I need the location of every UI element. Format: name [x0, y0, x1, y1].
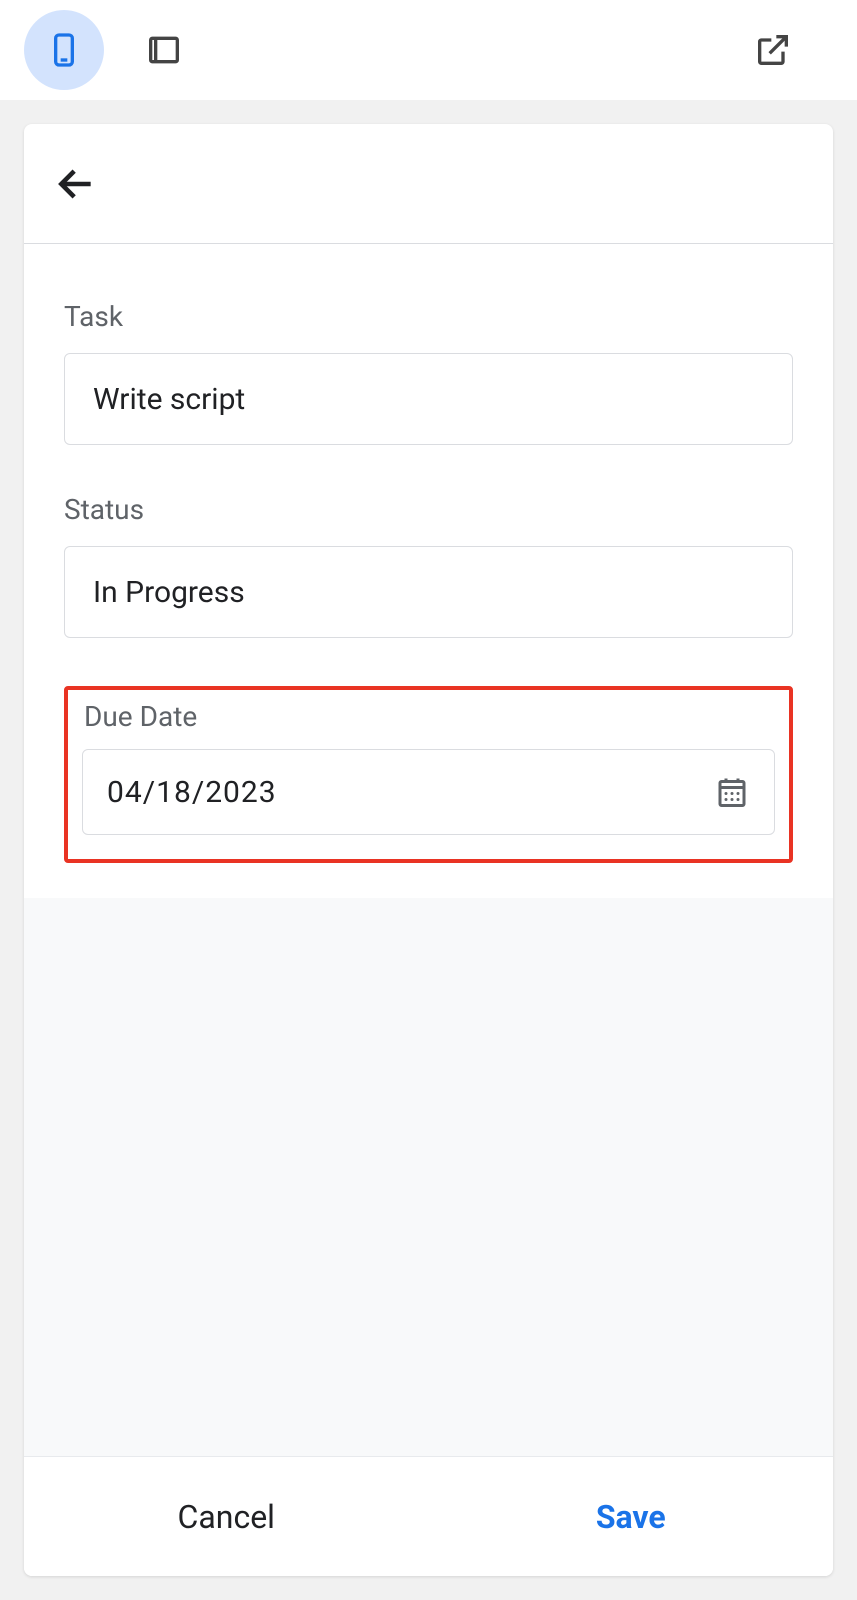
- due-date-input[interactable]: 04/18/2023: [82, 749, 775, 835]
- form-card: Task Write script Status In Progress Due…: [24, 124, 833, 1576]
- due-date-highlight: Due Date 04/18/2023: [64, 686, 793, 863]
- top-toolbar: [0, 0, 857, 100]
- card-header: [24, 124, 833, 244]
- action-bar: Cancel Save: [24, 1456, 833, 1576]
- status-input[interactable]: In Progress: [64, 546, 793, 638]
- save-button[interactable]: Save: [429, 1457, 834, 1576]
- due-date-value: 04/18/2023: [107, 775, 714, 810]
- back-button[interactable]: [48, 156, 104, 212]
- content-area: Task Write script Status In Progress Due…: [0, 100, 857, 1600]
- tablet-icon: [144, 30, 184, 70]
- phone-icon: [44, 30, 84, 70]
- open-external-button[interactable]: [733, 10, 813, 90]
- calendar-icon[interactable]: [714, 774, 750, 810]
- mobile-view-button[interactable]: [24, 10, 104, 90]
- task-value: Write script: [93, 382, 764, 417]
- task-group: Task Write script: [64, 300, 793, 445]
- external-link-icon: [753, 30, 793, 70]
- form-filler: [24, 898, 833, 1456]
- arrow-left-icon: [54, 162, 98, 206]
- cancel-button[interactable]: Cancel: [24, 1457, 429, 1576]
- status-label: Status: [64, 493, 793, 526]
- tablet-view-button[interactable]: [124, 10, 204, 90]
- status-value: In Progress: [93, 575, 764, 610]
- task-input[interactable]: Write script: [64, 353, 793, 445]
- form-body: Task Write script Status In Progress Due…: [24, 244, 833, 898]
- task-label: Task: [64, 300, 793, 333]
- status-group: Status In Progress: [64, 493, 793, 638]
- due-date-label: Due Date: [84, 700, 775, 733]
